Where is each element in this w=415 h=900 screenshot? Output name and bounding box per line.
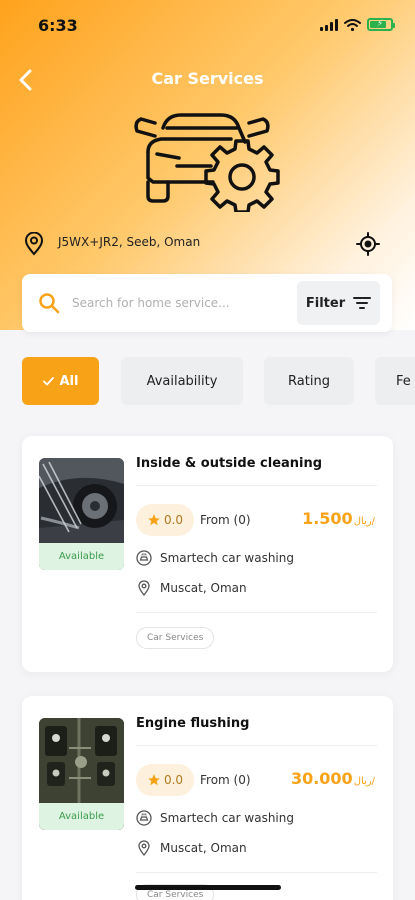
price: 30.000 ريال/: [291, 769, 375, 788]
car-wash-icon: [136, 550, 152, 566]
price: 1.500 ريال/: [302, 509, 375, 528]
chip-label: Availability: [146, 373, 218, 389]
provider-name: Smartech car washing: [160, 811, 294, 825]
battery-icon: ⚡: [367, 18, 395, 31]
rating-value: 0.0: [163, 773, 184, 787]
service-location: Muscat, Oman: [160, 841, 247, 855]
status-bar: 6:33 ⚡: [0, 0, 415, 52]
divider: [136, 612, 377, 613]
filter-button[interactable]: Filter: [297, 281, 380, 325]
provider-name: Smartech car washing: [160, 551, 294, 565]
chip-availability[interactable]: Availability: [121, 357, 243, 405]
service-image: Available: [39, 458, 124, 570]
chip-label: Rating: [288, 373, 330, 389]
category-tag[interactable]: Car Services: [136, 627, 215, 649]
review-count: From (0): [200, 773, 251, 787]
status-time: 6:33: [38, 16, 78, 35]
chip-featured[interactable]: Fe: [375, 357, 415, 405]
price-value: 30.000: [290, 769, 353, 788]
search-box: Filter: [22, 274, 392, 332]
location-pin-icon: [138, 580, 150, 596]
locate-target-icon[interactable]: [356, 232, 380, 256]
chip-label: All: [59, 373, 79, 389]
home-indicator[interactable]: [135, 885, 281, 890]
service-card[interactable]: Available Inside & outside cleaning 0.0 …: [22, 436, 393, 672]
currency: ريال/: [353, 516, 375, 527]
service-title: Engine flushing: [136, 716, 250, 731]
signal-icon: [320, 18, 338, 31]
wifi-icon: [344, 18, 361, 31]
status-icons: ⚡: [320, 18, 395, 31]
chip-rating[interactable]: Rating: [264, 357, 354, 405]
provider-row: Smartech car washing: [136, 810, 294, 826]
location-pin-icon: [24, 232, 44, 256]
rating-pill: 0.0: [136, 764, 194, 796]
rating-pill: 0.0: [136, 504, 194, 536]
search-icon: [39, 293, 60, 314]
car-gear-icon: [134, 113, 280, 212]
chip-all[interactable]: All: [22, 357, 99, 405]
availability-badge: Available: [39, 543, 124, 570]
availability-badge: Available: [39, 803, 124, 830]
page-title: Car Services: [151, 69, 264, 88]
location-row: Muscat, Oman: [136, 840, 247, 856]
star-icon: [148, 774, 160, 786]
divider: [136, 745, 377, 746]
category-chips: All Availability Rating Fe: [22, 357, 415, 405]
location-pin-icon: [138, 840, 150, 856]
provider-row: Smartech car washing: [136, 550, 294, 566]
review-count: From (0): [200, 513, 251, 527]
car-wash-icon: [136, 810, 152, 826]
location-text: J5WX+JR2, Seeb, Oman: [58, 235, 201, 249]
chip-label: Fe: [396, 373, 411, 389]
filter-label: Filter: [305, 295, 346, 311]
divider: [136, 872, 377, 873]
service-title: Inside & outside cleaning: [136, 456, 323, 471]
location-row: Muscat, Oman: [136, 580, 247, 596]
check-icon: [42, 376, 54, 385]
filter-icon: [353, 297, 372, 309]
divider: [136, 485, 377, 486]
service-card[interactable]: Available Engine flushing 0.0 From (0) 3…: [22, 696, 393, 900]
star-icon: [148, 514, 160, 526]
service-image: Available: [39, 718, 124, 830]
rating-value: 0.0: [163, 513, 184, 527]
price-value: 1.500: [302, 509, 353, 528]
service-location: Muscat, Oman: [160, 581, 247, 595]
search-input[interactable]: [72, 290, 252, 316]
currency: ريال/: [353, 776, 375, 787]
